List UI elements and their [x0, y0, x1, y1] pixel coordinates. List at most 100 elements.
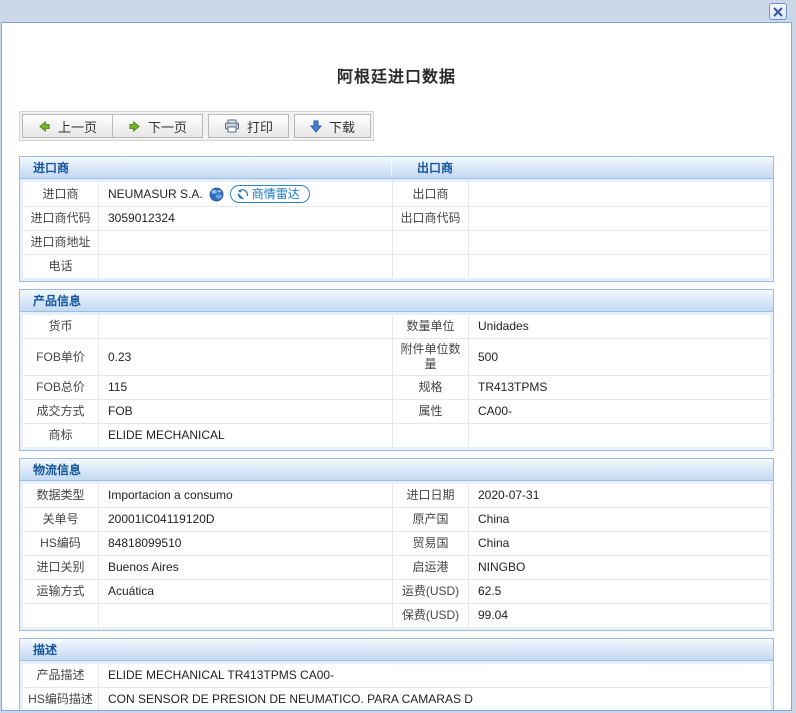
field-value: TR413TPMS — [469, 376, 770, 399]
field-value — [99, 231, 393, 254]
importer-name-value: NEUMASUR S.A. — [99, 182, 393, 206]
field-value: ELIDE MECHANICAL TR413TPMS CA00- — [99, 664, 770, 687]
field-label: HS编码 — [23, 532, 99, 555]
field-value — [99, 315, 393, 338]
field-label: 进口日期 — [393, 484, 469, 507]
field-value: 99.04 — [469, 604, 770, 627]
field-label: 商标 — [23, 424, 99, 447]
section-logistics-info: 物流信息 数据类型 Importacion a consumo 进口日期 202… — [19, 458, 774, 631]
close-icon — [773, 7, 783, 17]
close-button[interactable] — [769, 3, 787, 20]
toolbar: 上一页 下一页 打印 下载 — [19, 111, 374, 141]
field-label: 电话 — [23, 255, 99, 278]
field-label: 产品描述 — [23, 664, 99, 687]
field-value: 3059012324 — [99, 207, 393, 230]
download-label: 下载 — [329, 117, 355, 136]
field-value: China — [469, 532, 770, 555]
field-label: 规格 — [393, 376, 469, 399]
field-label — [393, 424, 469, 447]
print-button[interactable]: 打印 — [208, 114, 289, 138]
field-value: ELIDE MECHANICAL — [99, 424, 393, 447]
field-label: 进口商代码 — [23, 207, 99, 230]
field-label: 数量单位 — [393, 315, 469, 338]
field-value — [469, 231, 770, 254]
field-label: HS编码描述 — [23, 688, 99, 711]
exporter-header: 出口商 — [392, 159, 773, 176]
field-value: Buenos Aires — [99, 556, 393, 579]
page-title: 阿根廷进口数据 — [2, 63, 791, 87]
section-header: 描述 — [20, 639, 773, 661]
print-label: 打印 — [247, 117, 273, 136]
table-row: 商标 ELIDE MECHANICAL — [23, 423, 770, 447]
business-radar-link[interactable]: 商情雷达 — [230, 185, 310, 203]
field-label: 原产国 — [393, 508, 469, 531]
table-row: 进口商地址 — [23, 230, 770, 254]
detail-sections: 进口商 出口商 进口商 NEUMASUR S.A. — [19, 156, 774, 711]
field-value: 0.23 — [99, 339, 393, 375]
field-label: 启运港 — [393, 556, 469, 579]
dialog-panel: 阿根廷进口数据 上一页 下一页 打印 — [1, 22, 792, 711]
importer-header: 进口商 — [20, 159, 392, 176]
section-product-info: 产品信息 货币 数量单位 Unidades FOB单价 0.23 附件单位数量 … — [19, 289, 774, 451]
logistics-info-header: 物流信息 — [20, 461, 81, 478]
printer-icon — [224, 119, 240, 133]
download-arrow-icon — [310, 120, 322, 133]
table-row: 运输方式 Acuática 运费(USD) 62.5 — [23, 579, 770, 603]
field-value: CA00- — [469, 400, 770, 423]
field-label — [393, 255, 469, 278]
field-label — [393, 231, 469, 254]
table-row: 数据类型 Importacion a consumo 进口日期 2020-07-… — [23, 484, 770, 507]
field-label: FOB总价 — [23, 376, 99, 399]
field-label: 贸易国 — [393, 532, 469, 555]
field-value — [469, 255, 770, 278]
field-label: 运输方式 — [23, 580, 99, 603]
field-value — [99, 604, 393, 627]
field-value: 62.5 — [469, 580, 770, 603]
section-header: 物流信息 — [20, 459, 773, 481]
field-value: Acuática — [99, 580, 393, 603]
dialog-titlebar — [0, 0, 796, 22]
field-label: 数据类型 — [23, 484, 99, 507]
table-row: 关单号 20001IC04119120D 原产国 China — [23, 507, 770, 531]
field-label: 进口商 — [23, 182, 99, 206]
field-label: 进口商地址 — [23, 231, 99, 254]
prev-page-button[interactable]: 上一页 — [22, 114, 113, 138]
field-label: 出口商 — [393, 182, 469, 206]
field-value: CON SENSOR DE PRESION DE NEUMATICO. PARA… — [99, 688, 770, 711]
table-row: 电话 — [23, 254, 770, 278]
table-row: HS编码 84818099510 贸易国 China — [23, 531, 770, 555]
field-value — [469, 424, 770, 447]
download-button[interactable]: 下载 — [294, 114, 371, 138]
field-value: China — [469, 508, 770, 531]
table-row: 进口商代码 3059012324 出口商代码 — [23, 206, 770, 230]
radar-icon — [237, 188, 249, 200]
field-value: 115 — [99, 376, 393, 399]
field-value — [469, 182, 770, 206]
field-value: FOB — [99, 400, 393, 423]
field-label: 属性 — [393, 400, 469, 423]
table-row: 进口关别 Buenos Aires 启运港 NINGBO — [23, 555, 770, 579]
description-header: 描述 — [20, 641, 57, 658]
field-label — [23, 604, 99, 627]
field-label: 保费(USD) — [393, 604, 469, 627]
field-value — [99, 255, 393, 278]
arrow-left-icon — [38, 120, 51, 133]
field-label: 关单号 — [23, 508, 99, 531]
field-value: Unidades — [469, 315, 770, 338]
next-page-button[interactable]: 下一页 — [112, 114, 203, 138]
section-header: 进口商 出口商 — [20, 157, 773, 179]
field-value: 20001IC04119120D — [99, 508, 393, 531]
table-row: FOB总价 115 规格 TR413TPMS — [23, 375, 770, 399]
field-value: 84818099510 — [99, 532, 393, 555]
section-description: 描述 产品描述 ELIDE MECHANICAL TR413TPMS CA00-… — [19, 638, 774, 711]
field-value: 500 — [469, 339, 770, 375]
radar-label: 商情雷达 — [252, 187, 300, 202]
globe-icon[interactable] — [209, 187, 224, 202]
field-value — [469, 207, 770, 230]
table-row: 保费(USD) 99.04 — [23, 603, 770, 627]
section-importer-exporter: 进口商 出口商 进口商 NEUMASUR S.A. — [19, 156, 774, 282]
next-page-label: 下一页 — [148, 117, 187, 136]
field-label: FOB单价 — [23, 339, 99, 375]
field-label: 成交方式 — [23, 400, 99, 423]
field-label: 附件单位数量 — [393, 339, 469, 375]
